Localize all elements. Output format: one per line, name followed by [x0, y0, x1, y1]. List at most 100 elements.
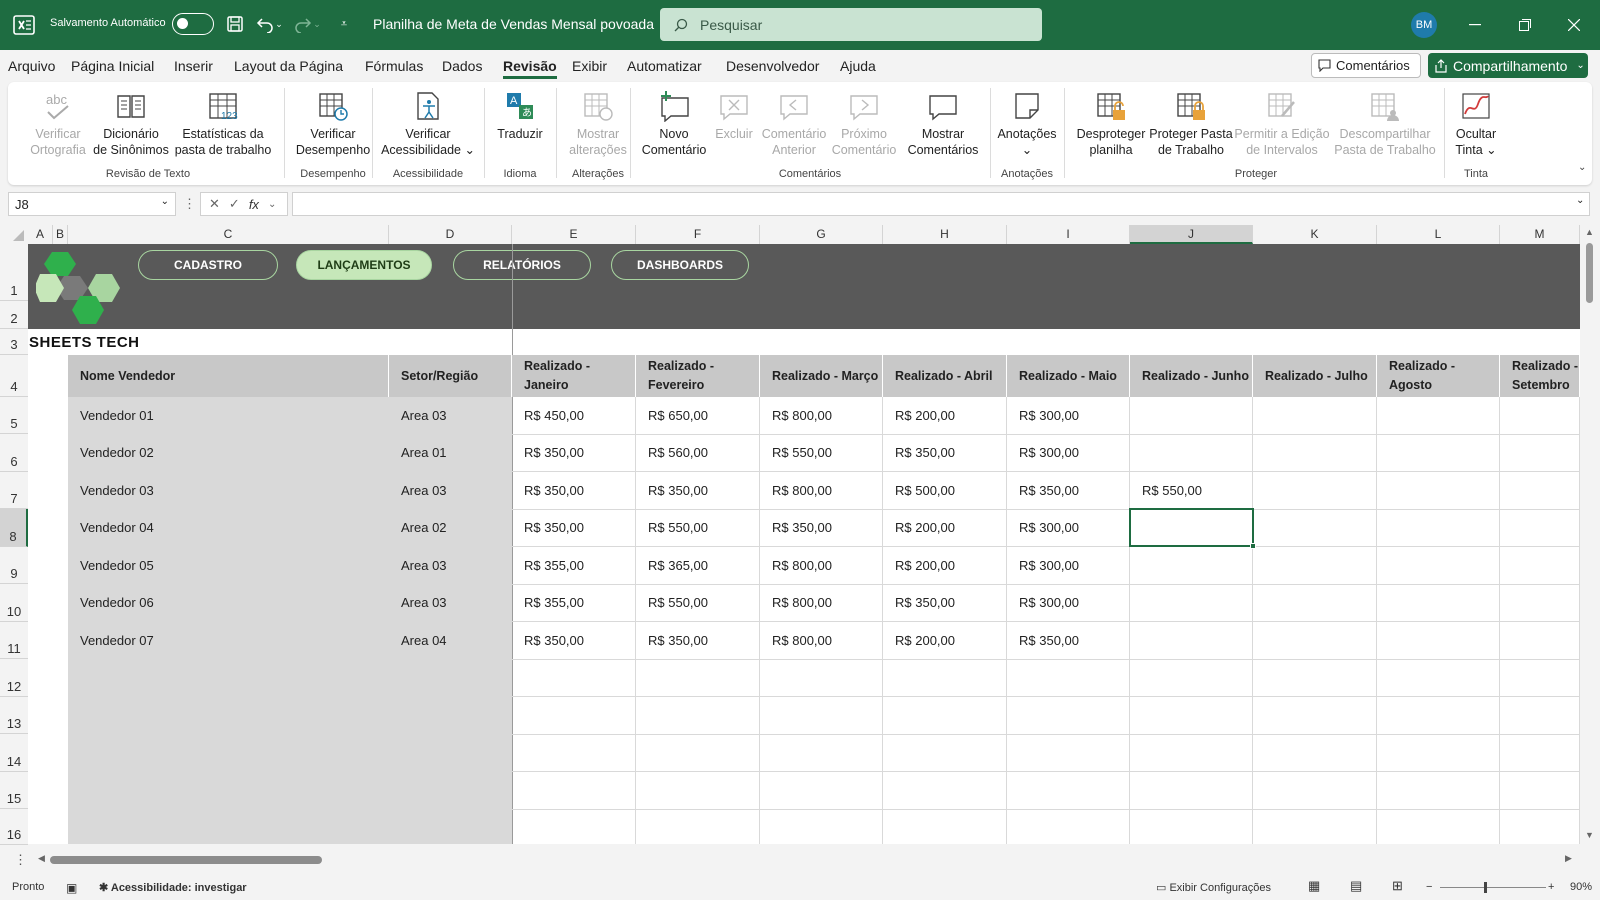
row-header[interactable]: 11 [0, 622, 28, 659]
row-header[interactable]: 7 [0, 472, 28, 509]
document-title[interactable]: Planilha de Meta de Vendas Mensal povoad… [373, 16, 670, 33]
display-settings-button[interactable]: ▭ Exibir Configurações [1156, 881, 1271, 894]
column-title-c[interactable]: Nome Vendedor [68, 355, 389, 397]
column-title-k[interactable]: Realizado - Julho [1253, 355, 1377, 397]
seller-name-cell[interactable]: Vendedor 03 [68, 472, 389, 509]
show-comments-button[interactable]: Mostrar Comentários [900, 86, 986, 158]
thesaurus-button[interactable]: Dicionário de Sinônimos [86, 86, 176, 158]
sector-cell[interactable]: Area 03 [389, 584, 512, 621]
sector-cell[interactable]: Area 03 [389, 397, 512, 434]
tab-automatizar[interactable]: Automatizar [627, 58, 702, 74]
tab-formulas[interactable]: Fórmulas [365, 58, 423, 74]
nav-relatorios-button[interactable]: RELATÓRIOS [453, 250, 591, 280]
column-title-g[interactable]: Realizado - Março [760, 355, 883, 397]
tab-pagina-inicial[interactable]: Página Inicial [71, 58, 154, 74]
sales-value-cell[interactable]: R$ 550,00 [1130, 472, 1253, 509]
unprotect-sheet-button[interactable]: Desproteger planilha [1070, 86, 1152, 158]
sales-value-cell[interactable] [1500, 472, 1580, 509]
column-title-h[interactable]: Realizado - Abril [883, 355, 1007, 397]
sales-value-cell[interactable]: R$ 350,00 [512, 472, 636, 509]
row-header[interactable]: 3 [0, 329, 28, 355]
horizontal-scroll-thumb[interactable] [50, 856, 322, 864]
sales-value-cell[interactable]: R$ 200,00 [883, 622, 1007, 659]
sales-value-cell[interactable] [1130, 434, 1253, 471]
sales-value-cell[interactable]: R$ 200,00 [883, 509, 1007, 546]
sales-value-cell[interactable]: R$ 550,00 [636, 509, 760, 546]
row-header[interactable]: 12 [0, 659, 28, 697]
sales-value-cell[interactable]: R$ 350,00 [760, 509, 883, 546]
sales-value-cell[interactable]: R$ 300,00 [1007, 434, 1130, 471]
tab-ajuda[interactable]: Ajuda [840, 58, 876, 74]
seller-name-cell[interactable]: Vendedor 01 [68, 397, 389, 434]
row-header[interactable]: 13 [0, 697, 28, 734]
row-header[interactable]: 15 [0, 772, 28, 809]
cancel-icon[interactable]: ✕ [209, 196, 220, 212]
chevron-down-icon[interactable]: ⌄ [268, 199, 276, 210]
fill-handle[interactable] [1250, 543, 1256, 549]
sales-value-cell[interactable] [1130, 622, 1253, 659]
sales-value-cell[interactable] [1377, 622, 1500, 659]
sales-value-cell[interactable]: R$ 300,00 [1007, 584, 1130, 621]
sales-value-cell[interactable]: R$ 355,00 [512, 584, 636, 621]
nav-lancamentos-button[interactable]: LANÇAMENTOS [296, 250, 432, 280]
sales-value-cell[interactable]: R$ 350,00 [512, 622, 636, 659]
row-header[interactable]: 5 [0, 397, 28, 434]
tab-revisao[interactable]: Revisão [503, 58, 557, 79]
scroll-up-icon[interactable]: ▲ [1585, 227, 1594, 237]
sales-value-cell[interactable]: R$ 350,00 [883, 434, 1007, 471]
column-header-l[interactable]: L [1377, 225, 1500, 244]
save-icon[interactable] [224, 13, 246, 35]
sector-cell[interactable]: Area 01 [389, 434, 512, 471]
restore-icon[interactable] [1513, 13, 1537, 37]
page-break-view-icon[interactable]: ⊞ [1392, 878, 1403, 894]
sector-cell[interactable]: Area 03 [389, 547, 512, 584]
sales-value-cell[interactable] [1130, 397, 1253, 434]
formula-input[interactable] [292, 192, 1590, 216]
share-button[interactable]: Compartilhamento ⌄ [1428, 53, 1588, 78]
sales-value-cell[interactable]: R$ 350,00 [883, 584, 1007, 621]
sales-value-cell[interactable] [1500, 547, 1580, 584]
new-comment-button[interactable]: Novo Comentário [634, 86, 714, 158]
column-header-b[interactable]: B [53, 225, 68, 244]
column-header-e[interactable]: E [512, 225, 636, 244]
tab-arquivo[interactable]: Arquivo [8, 58, 55, 74]
nav-cadastro-button[interactable]: CADASTRO [138, 250, 278, 280]
zoom-slider-thumb[interactable] [1484, 882, 1487, 893]
seller-name-cell[interactable]: Vendedor 05 [68, 547, 389, 584]
allow-edit-ranges-button[interactable]: Permitir a Edição de Intervalos [1232, 86, 1332, 158]
nav-dashboards-button[interactable]: DASHBOARDS [611, 250, 749, 280]
column-header-i[interactable]: I [1007, 225, 1130, 244]
sales-value-cell[interactable] [1377, 584, 1500, 621]
column-header-a[interactable]: A [28, 225, 53, 244]
sales-value-cell[interactable] [1253, 509, 1377, 546]
sales-value-cell[interactable]: R$ 800,00 [760, 547, 883, 584]
sales-value-cell[interactable]: R$ 550,00 [760, 434, 883, 471]
scroll-down-icon[interactable]: ▼ [1585, 830, 1594, 840]
sales-value-cell[interactable] [1253, 547, 1377, 584]
sales-value-cell[interactable] [1500, 509, 1580, 546]
column-header-j[interactable]: J [1130, 225, 1253, 244]
sales-value-cell[interactable]: R$ 350,00 [636, 472, 760, 509]
redo-dropdown-icon[interactable]: ⌄ [310, 13, 324, 35]
sales-value-cell[interactable]: R$ 350,00 [1007, 472, 1130, 509]
accessibility-status[interactable]: ✱ Acessibilidade: investigar [99, 881, 247, 894]
column-title-i[interactable]: Realizado - Maio [1007, 355, 1130, 397]
column-title-e[interactable]: Realizado - Janeiro [512, 355, 636, 397]
column-header-m[interactable]: M [1500, 225, 1580, 244]
sales-value-cell[interactable]: R$ 350,00 [512, 509, 636, 546]
row-header[interactable]: 10 [0, 584, 28, 622]
sales-value-cell[interactable]: R$ 350,00 [512, 434, 636, 471]
column-title-d[interactable]: Setor/Região [389, 355, 512, 397]
horizontal-scrollbar[interactable]: ⋮ ◀ ▶ [0, 850, 1600, 870]
sales-value-cell[interactable] [1253, 584, 1377, 621]
sales-value-cell[interactable]: R$ 800,00 [760, 472, 883, 509]
sales-value-cell[interactable] [1130, 584, 1253, 621]
undo-dropdown-icon[interactable]: ⌄ [272, 13, 286, 35]
row-header[interactable]: 16 [0, 809, 28, 845]
tab-inserir[interactable]: Inserir [174, 58, 213, 74]
vertical-scrollbar[interactable]: ▲ ▼ [1580, 225, 1600, 845]
seller-name-cell[interactable]: Vendedor 06 [68, 584, 389, 621]
row-header[interactable]: 2 [0, 301, 28, 329]
sales-value-cell[interactable] [1500, 584, 1580, 621]
page-layout-view-icon[interactable]: ▤ [1350, 878, 1362, 894]
